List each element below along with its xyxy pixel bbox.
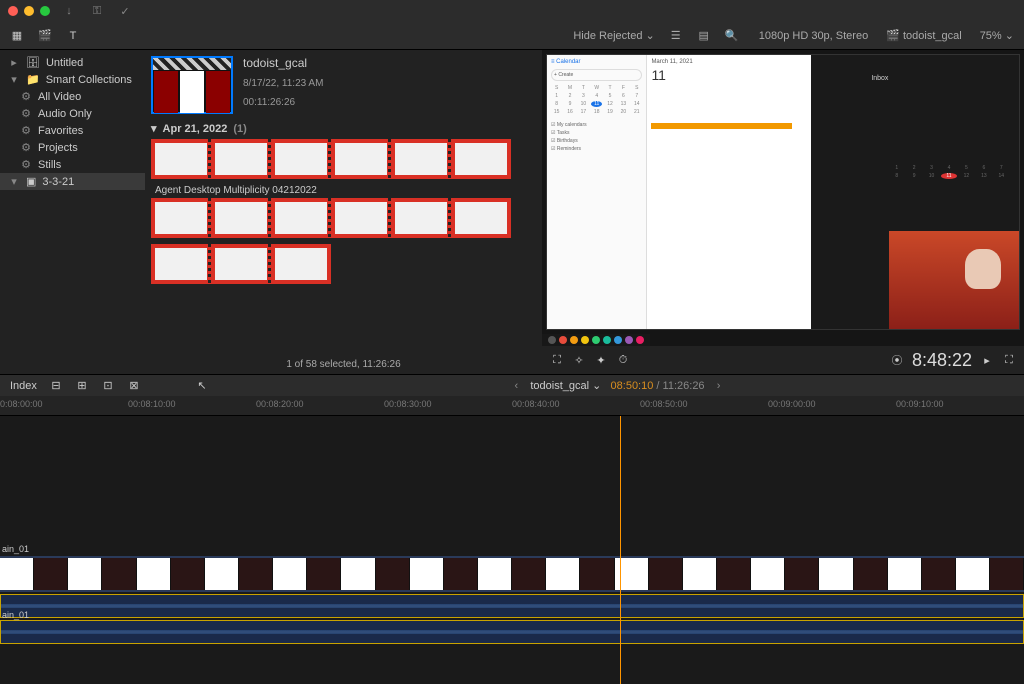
select-tool-icon[interactable]: ↖: [195, 379, 209, 393]
close-window-button[interactable]: [8, 6, 18, 16]
viewer-controls: ⛶ ✧ ✦ ⏱ ⦿ 8:48:22 ▸ ⛶: [542, 346, 1024, 374]
sidebar-library[interactable]: ▸🗄 Untitled: [0, 54, 145, 71]
timeline[interactable]: ain_01 ain_01: [0, 416, 1024, 684]
sidebar-item-audio-only[interactable]: ⚙Audio Only: [0, 105, 145, 122]
titles-icon[interactable]: T: [66, 29, 80, 43]
insert-icon[interactable]: ⊞: [75, 379, 89, 393]
enhance-icon[interactable]: ✦: [594, 353, 608, 367]
video-track-label: ain_01: [2, 544, 29, 554]
titlebar: ↓ ⚿ ✓: [0, 0, 1024, 22]
transform-icon[interactable]: ✧: [572, 353, 586, 367]
viewer-dark-app: Inbox 1234567 891011121314: [811, 55, 1019, 329]
filmstrip-row[interactable]: [151, 198, 536, 238]
search-icon[interactable]: 🔍: [725, 29, 739, 43]
download-icon[interactable]: ↓: [62, 4, 76, 18]
browser-status: 1 of 58 selected, 11:26:26: [145, 359, 542, 370]
timeline-project[interactable]: ‹ todoist_gcal ⌄ 08:50:10 / 11:26:26 ›: [221, 379, 1014, 392]
filmstrip-icon[interactable]: ☰: [669, 29, 683, 43]
project-title: 🎬 todoist_gcal: [886, 29, 961, 42]
viewer-timecode: 8:48:22: [912, 350, 972, 371]
clip-date: 8/17/22, 11:23 AM: [243, 78, 323, 89]
library-icon[interactable]: ▦: [10, 29, 24, 43]
index-button[interactable]: Index: [10, 380, 37, 392]
playhead[interactable]: [620, 416, 621, 684]
webcam-pip: [889, 231, 1019, 329]
list-icon[interactable]: ▤: [697, 29, 711, 43]
connect-icon[interactable]: ⊟: [49, 379, 63, 393]
overwrite-icon[interactable]: ⊠: [127, 379, 141, 393]
play-icon[interactable]: ▸: [980, 353, 994, 367]
sidebar-item-projects[interactable]: ⚙Projects: [0, 139, 145, 156]
clip-thumbnail[interactable]: [151, 56, 233, 114]
traffic-lights: [8, 6, 50, 16]
sidebar-event[interactable]: ▾▣ 3-3-21: [0, 173, 145, 190]
sidebar-item-stills[interactable]: ⚙Stills: [0, 156, 145, 173]
viewer: ≡ Calendar + Create SMTWTFS 1234567 8910…: [542, 50, 1024, 374]
prev-icon[interactable]: ⦿: [890, 353, 904, 367]
toolbar: ▦ 🎬 T Hide Rejected ⌄ ☰ ▤ 🔍 1080p HD 30p…: [0, 22, 1024, 50]
minimize-window-button[interactable]: [24, 6, 34, 16]
hide-rejected-dropdown[interactable]: Hide Rejected ⌄: [573, 29, 654, 42]
retime-icon[interactable]: ⏱: [616, 353, 630, 367]
sidebar: ▸🗄 Untitled ▾📁 Smart Collections ⚙All Vi…: [0, 50, 145, 374]
append-icon[interactable]: ⊡: [101, 379, 115, 393]
sidebar-item-all-video[interactable]: ⚙All Video: [0, 88, 145, 105]
audio-track-1[interactable]: [0, 594, 1024, 618]
check-icon[interactable]: ✓: [118, 4, 132, 18]
browser: todoist_gcal 8/17/22, 11:23 AM 00:11:26:…: [145, 50, 542, 374]
audio-track-2[interactable]: [0, 620, 1024, 644]
sidebar-smart-collections[interactable]: ▾📁 Smart Collections: [0, 71, 145, 88]
format-label: 1080p HD 30p, Stereo: [759, 30, 868, 42]
media-icon[interactable]: 🎬: [38, 29, 52, 43]
timeline-ruler[interactable]: 0:08:00:00 00:08:10:00 00:08:20:00 00:08…: [0, 396, 1024, 416]
zoom-dropdown[interactable]: 75% ⌄: [980, 29, 1014, 42]
sidebar-item-favorites[interactable]: ⚙Favorites: [0, 122, 145, 139]
key-icon[interactable]: ⚿: [90, 4, 104, 18]
filmstrip-row[interactable]: [151, 139, 536, 179]
viewer-canvas[interactable]: ≡ Calendar + Create SMTWTFS 1234567 8910…: [542, 50, 1024, 334]
zoom-window-button[interactable]: [40, 6, 50, 16]
clip2-title: Agent Desktop Multiplicity 04212022: [155, 185, 532, 196]
fullscreen-icon[interactable]: ⛶: [1002, 353, 1016, 367]
video-track[interactable]: [0, 556, 1024, 592]
clip-title: todoist_gcal: [243, 56, 323, 70]
crop-icon[interactable]: ⛶: [550, 353, 564, 367]
audio-track-label: ain_01: [2, 610, 29, 620]
clip-duration: 00:11:26:26: [243, 97, 323, 108]
viewer-calendar-app: ≡ Calendar + Create SMTWTFS 1234567 8910…: [547, 55, 811, 329]
filmstrip-row[interactable]: [151, 244, 536, 284]
timeline-header: Index ⊟ ⊞ ⊡ ⊠ ↖ ‹ todoist_gcal ⌄ 08:50:1…: [0, 374, 1024, 396]
date-header[interactable]: ▾ Apr 21, 2022 (1): [151, 122, 536, 135]
